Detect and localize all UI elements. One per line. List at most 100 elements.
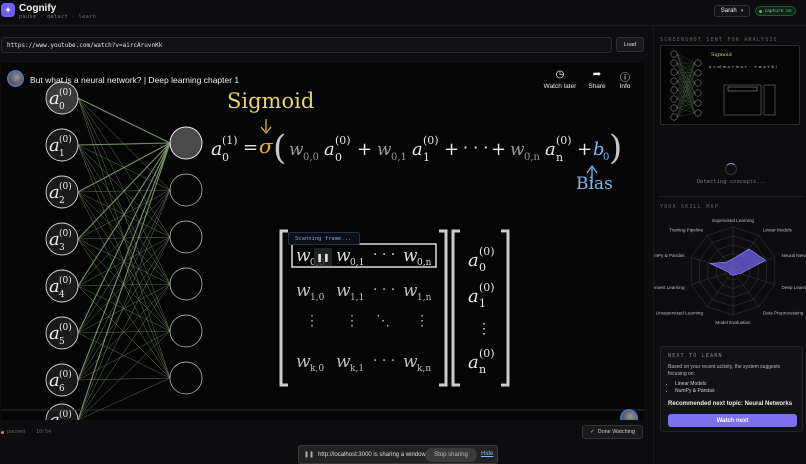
playback-state: paused: [7, 429, 26, 435]
capture-status-badge[interactable]: capture on: [755, 6, 796, 16]
svg-text:a: a: [211, 138, 222, 160]
svg-text:1,1: 1,1: [350, 293, 364, 303]
neuron-index: 5: [59, 337, 65, 347]
app-tagline: pause · detect · learn: [19, 14, 97, 20]
input-neuron: a (0)1: [45, 128, 79, 162]
svg-text:1: 1: [479, 297, 486, 310]
scanning-badge: Scanning frame...: [288, 232, 360, 245]
svg-text:⋱: ⋱: [376, 313, 390, 329]
svg-text:⋮: ⋮: [345, 313, 359, 329]
svg-text:a: a: [468, 352, 479, 373]
svg-text:w: w: [336, 281, 351, 301]
svg-text:(1): (1): [222, 134, 238, 147]
pause-icon[interactable]: ❚❚: [314, 248, 332, 266]
svg-text:w: w: [289, 140, 304, 160]
video-title[interactable]: But what is a neural network? | Deep lea…: [30, 75, 239, 85]
neuron-index: 1: [59, 149, 65, 159]
svg-text:a = σ( w a + w a + ··· + w a +: a = σ( w a + w a + ··· + w a + b ): [709, 64, 777, 69]
done-watching-label: Done Watching: [597, 429, 635, 435]
chevron-down-icon: ▾: [740, 8, 744, 14]
share-message: http://localhost:3000 is sharing a windo…: [318, 451, 428, 458]
svg-text:w: w: [510, 140, 525, 160]
url-input[interactable]: https://www.youtube.com/watch?v=aircAruv…: [1, 37, 612, 53]
done-watching-button[interactable]: ✓ Done Watching: [582, 425, 643, 439]
svg-text:w: w: [296, 281, 311, 301]
svg-text:1,0: 1,0: [310, 293, 325, 303]
svg-text:w: w: [403, 281, 418, 301]
svg-text:w: w: [336, 352, 351, 372]
svg-text:0,n: 0,n: [417, 258, 432, 268]
svg-text:⋮: ⋮: [477, 321, 491, 337]
share-label: Share: [588, 83, 606, 90]
skill-axis-label: Reinforcement Learning: [654, 285, 685, 290]
svg-text:σ: σ: [259, 134, 274, 158]
svg-text:(0): (0): [59, 87, 72, 98]
svg-text:(0): (0): [59, 322, 72, 333]
neuron-index: 2: [59, 196, 65, 206]
loading-spinner-icon: [725, 163, 737, 175]
svg-text:⋮: ⋮: [305, 313, 319, 329]
svg-text:n: n: [479, 363, 486, 376]
svg-text:· · ·: · · ·: [373, 353, 395, 369]
check-icon: ✓: [589, 429, 595, 435]
svg-text:0: 0: [335, 151, 342, 164]
section-divider: [658, 196, 804, 197]
detecting-status: Detecting concepts...: [696, 179, 767, 185]
capture-label: capture on: [764, 8, 792, 14]
user-name: Sarah: [720, 8, 737, 14]
logo-icon: ✦: [1, 3, 15, 17]
stop-sharing-button[interactable]: Stop sharing: [425, 448, 477, 462]
bias-label: Bias: [576, 174, 613, 194]
svg-text:0,n: 0,n: [524, 152, 541, 163]
paused-dot-icon: [1, 430, 4, 434]
skill-map-title: YOUR SKILL MAP: [660, 204, 719, 210]
clock-icon: ◷: [555, 69, 565, 80]
svg-text:(0): (0): [59, 369, 72, 380]
svg-text:k,n: k,n: [417, 364, 431, 374]
neuron-index: 0: [59, 102, 65, 112]
analysis-section-title: SCREENSHOT SENT FOR ANALYSIS: [660, 37, 778, 43]
channel-avatar[interactable]: [7, 70, 24, 87]
skill-axis-label: Supervised Learning: [712, 218, 755, 223]
svg-text:k,0: k,0: [310, 364, 324, 374]
svg-text:n: n: [556, 151, 563, 164]
svg-text:0: 0: [479, 261, 486, 274]
video-player[interactable]: a(0)0a(0)1a(0)2a(0)3a(0)4a(0)5a(0)6a(0)7…: [1, 63, 644, 420]
skill-axis-label: Linear Models: [763, 228, 793, 233]
svg-text:(0): (0): [335, 134, 351, 147]
svg-text:(0): (0): [556, 134, 572, 147]
input-neuron: a (0)0: [45, 81, 79, 115]
svg-text:(0): (0): [59, 181, 72, 192]
info-button[interactable]: ⓘ Info: [608, 69, 642, 90]
svg-text:(0): (0): [59, 228, 72, 239]
watch-later-button[interactable]: ◷ Watch later: [543, 69, 577, 90]
svg-text:(0): (0): [479, 347, 495, 360]
svg-text:w: w: [296, 352, 311, 372]
svg-text:+: +: [491, 139, 506, 160]
load-button[interactable]: Load: [616, 37, 644, 52]
screenshot-thumbnail: Sigmoid a = σ( w a + w a + ··· + w a + b…: [660, 45, 800, 125]
svg-text:): ): [609, 128, 622, 168]
skill-level-shape: [708, 248, 767, 276]
skill-axis-label: Training Pipeline: [669, 228, 703, 233]
svg-text:(0): (0): [59, 134, 72, 145]
hide-link[interactable]: Hide: [481, 451, 493, 457]
svg-text:w: w: [403, 246, 418, 266]
input-neuron: a (0)3: [45, 222, 79, 256]
svg-text:w: w: [403, 352, 418, 372]
svg-text:(: (: [273, 128, 286, 168]
next-to-learn-description: Based on your recent activity, the syste…: [668, 364, 781, 377]
neuron-index: 6: [59, 384, 65, 394]
user-menu-button[interactable]: Sarah ▾: [714, 5, 750, 17]
svg-text:(0): (0): [59, 275, 72, 286]
svg-text:1: 1: [423, 151, 430, 164]
playback-status: paused 10:54: [1, 429, 51, 435]
skill-axis-label: Deep Learning: [782, 285, 806, 290]
svg-text:a: a: [545, 139, 556, 160]
svg-text:0: 0: [222, 151, 229, 164]
thumb-sigmoid-label: Sigmoid: [711, 52, 733, 58]
skill-axis-label: Data Preprocessing: [763, 310, 804, 315]
watch-next-button[interactable]: Watch next: [668, 414, 797, 427]
skill-axis-label: Unsupervised Learning: [656, 310, 704, 315]
skill-axis-label: Model Evaluation: [715, 320, 751, 325]
